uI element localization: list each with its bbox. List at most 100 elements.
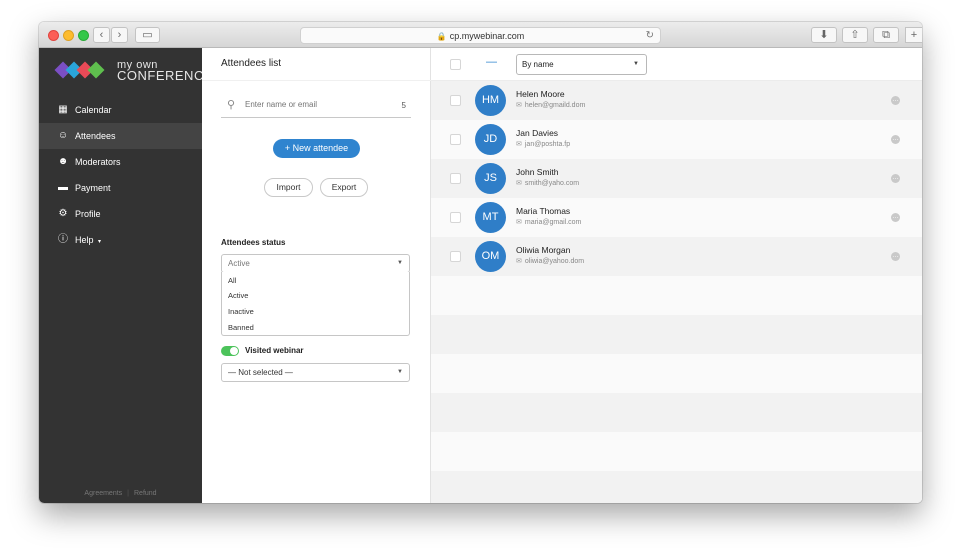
sidebar-item-label: Attendees (75, 131, 116, 141)
chevron-down-icon: ▾ (98, 239, 102, 245)
more-options-icon[interactable]: … (891, 213, 900, 222)
share-icon[interactable]: ⇧ (842, 27, 868, 43)
row-checkbox[interactable] (450, 134, 461, 145)
close-window-button[interactable] (48, 30, 59, 41)
table-row[interactable]: JS John Smith ✉ smith@yaho.com … (431, 159, 922, 198)
filter-panel: Attendees list ⚲ 5 + New attendee Import… (202, 48, 431, 503)
attendee-email: ✉ helen@gmaild.dom (516, 101, 585, 109)
status-option-all[interactable]: All (228, 276, 236, 285)
row-checkbox[interactable] (450, 251, 461, 262)
empty-row (431, 432, 922, 471)
mail-icon: ✉ (516, 258, 522, 265)
select-all-checkbox[interactable] (450, 59, 461, 70)
new-tab-icon[interactable]: + (905, 27, 922, 43)
browser-toolbar: ‹ › ▭ 🔒 cp.mywebinar.com ↻ ⬇ ⇧ ⧉ + (39, 22, 922, 48)
sidebar-item-calendar[interactable]: ▦ Calendar (39, 97, 202, 123)
table-row[interactable]: OM Oliwia Morgan ✉ oliwia@yahoo.dom … (431, 237, 922, 276)
logo-text: my own CONFERENCE (117, 60, 213, 83)
table-row[interactable]: HM Helen Moore ✉ helen@gmaild.dom … (431, 81, 922, 120)
tabs-icon[interactable]: ⧉ (873, 27, 899, 43)
calendar-icon: ▦ (58, 104, 68, 115)
attendee-name: Helen Moore (516, 89, 565, 99)
sidebar-item-label: Help (75, 235, 94, 245)
webinar-selected-value: — Not selected — (228, 368, 293, 377)
email-text: helen@gmaild.dom (524, 102, 586, 109)
more-options-icon[interactable]: … (891, 252, 900, 261)
zoom-window-button[interactable] (78, 30, 89, 41)
more-options-icon[interactable]: … (891, 96, 900, 105)
new-attendee-button[interactable]: + New attendee (273, 139, 360, 158)
search-input[interactable] (245, 100, 385, 109)
sort-select[interactable]: By name ▼ (516, 54, 647, 75)
logo-diamond-green (87, 61, 105, 79)
email-text: maria@gmail.com (524, 219, 582, 226)
mail-icon: ✉ (516, 102, 522, 109)
mail-icon: ✉ (516, 141, 522, 148)
lock-icon: 🔒 (436, 32, 447, 41)
table-row[interactable]: JD Jan Davies ✉ jan@poshta.fp … (431, 120, 922, 159)
empty-row (431, 315, 922, 354)
search-field[interactable]: ⚲ 5 (221, 96, 411, 118)
visited-webinar-label: Visited webinar (245, 346, 304, 355)
sidebar-item-label: Payment (75, 183, 111, 193)
visited-webinar-toggle[interactable] (221, 346, 239, 356)
sidebar-footer: Agreements | Refund (39, 490, 202, 497)
sidebar-toggle-icon[interactable]: ▭ (135, 27, 160, 43)
attendee-name: Jan Davies (516, 128, 559, 138)
attendee-email: ✉ maria@gmail.com (516, 218, 581, 226)
browser-window: ‹ › ▭ 🔒 cp.mywebinar.com ↻ ⬇ ⇧ ⧉ + my own… (39, 22, 922, 503)
avatar: JS (475, 163, 506, 194)
download-icon[interactable]: ⬇ (811, 27, 837, 43)
more-options-icon[interactable]: … (891, 135, 900, 144)
sidebar-item-moderators[interactable]: ☻ Moderators (39, 149, 202, 175)
attendee-name: Oliwia Morgan (516, 245, 571, 255)
back-icon[interactable]: ‹ (93, 27, 110, 43)
row-checkbox[interactable] (450, 95, 461, 106)
export-button[interactable]: Export (320, 178, 368, 197)
avatar: OM (475, 241, 506, 272)
empty-row (431, 393, 922, 432)
mail-icon: ✉ (516, 219, 522, 226)
status-dropdown: All Active Inactive Banned (221, 272, 410, 336)
minimize-window-button[interactable] (63, 30, 74, 41)
address-bar[interactable]: 🔒 cp.mywebinar.com ↻ (300, 27, 661, 44)
sidebar-item-help[interactable]: ⓘ Help ▾ (39, 227, 202, 253)
page-title: Attendees list (221, 58, 282, 69)
attendee-name: Maria Thomas (516, 206, 571, 216)
row-checkbox[interactable] (450, 212, 461, 223)
sidebar-item-label: Calendar (75, 105, 112, 115)
import-button[interactable]: Import (264, 178, 313, 197)
row-checkbox[interactable] (450, 173, 461, 184)
more-options-icon[interactable]: … (891, 174, 900, 183)
list-header: — By name ▼ (431, 48, 922, 81)
refund-link[interactable]: Refund (134, 490, 157, 497)
status-option-active[interactable]: Active (228, 291, 248, 300)
mail-icon: ✉ (516, 180, 522, 187)
status-select[interactable]: Active ▼ (221, 254, 410, 273)
status-option-inactive[interactable]: Inactive (228, 307, 254, 316)
attendee-email: ✉ jan@poshta.fp (516, 140, 570, 148)
webinar-select[interactable]: — Not selected — ▼ (221, 363, 410, 382)
sidebar-item-attendees[interactable]: ☺ Attendees (39, 123, 202, 149)
sidebar-item-profile[interactable]: ⚙ Profile (39, 201, 202, 227)
agreements-link[interactable]: Agreements (84, 490, 122, 497)
attendee-email: ✉ smith@yaho.com (516, 179, 579, 187)
email-text: jan@poshta.fp (524, 141, 571, 148)
attendees-status-label: Attendees status (221, 238, 286, 247)
avatar: HM (475, 85, 506, 116)
sidebar-item-payment[interactable]: ▬ Payment (39, 175, 202, 201)
deselect-icon[interactable]: — (486, 56, 497, 68)
divider (202, 80, 431, 81)
status-option-banned[interactable]: Banned (228, 323, 254, 332)
sidebar: my own CONFERENCE ▦ Calendar ☺ Attendees… (39, 48, 213, 503)
toggle-knob (230, 347, 238, 355)
avatar: MT (475, 202, 506, 233)
sidebar-item-label: Moderators (75, 157, 121, 167)
chevron-down-icon: ▼ (397, 260, 403, 266)
reload-icon[interactable]: ↻ (646, 28, 654, 44)
chevron-down-icon: ▼ (633, 61, 639, 67)
table-row[interactable]: MT Maria Thomas ✉ maria@gmail.com … (431, 198, 922, 237)
forward-icon[interactable]: › (111, 27, 128, 43)
empty-row (431, 276, 922, 315)
empty-row (431, 471, 922, 503)
